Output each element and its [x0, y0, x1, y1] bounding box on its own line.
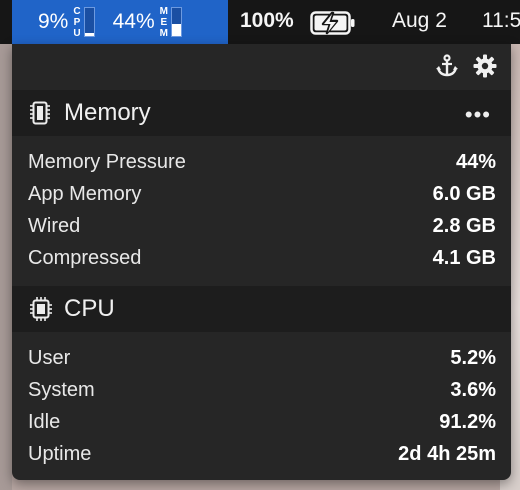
gear-icon[interactable] — [473, 54, 497, 83]
menubar-time[interactable]: 11:5 — [482, 9, 520, 33]
row-label: App Memory — [28, 182, 142, 205]
cpu-section-header: CPU — [12, 286, 511, 332]
cpu-usage-fill — [84, 33, 94, 36]
cpu-row-uptime: Uptime 2d 4h 25m — [28, 438, 496, 470]
row-value: 3.6% — [450, 378, 496, 401]
row-label: Compressed — [28, 246, 142, 269]
cpu-row-system: System 3.6% — [28, 374, 496, 406]
row-label: Memory Pressure — [28, 150, 186, 173]
mem-vertical-label: M E M — [159, 5, 168, 39]
row-label: Uptime — [28, 442, 92, 465]
desktop-background-left — [0, 40, 12, 490]
memory-row-app-memory: App Memory 6.0 GB — [28, 178, 496, 210]
battery-percent[interactable]: 100% — [240, 9, 294, 33]
cpu-percent: 9% — [38, 10, 69, 33]
cpu-section-title: CPU — [64, 295, 115, 322]
popover-toolbar — [435, 54, 497, 83]
cpu-row-idle: Idle 91.2% — [28, 406, 496, 438]
row-value: 44% — [455, 150, 496, 173]
row-label: System — [28, 378, 95, 401]
menubar-stats-item[interactable]: 9% C P U 44% M E M — [12, 0, 228, 44]
stats-popover: Memory ••• Memory Pressure 44% App Memor… — [12, 44, 511, 480]
memory-row-compressed: Compressed 4.1 GB — [28, 242, 496, 274]
row-value: 2d 4h 25m — [398, 442, 496, 465]
row-label: User — [28, 346, 71, 369]
mem-usage-bar — [170, 7, 182, 37]
battery-charging-icon[interactable] — [310, 11, 356, 41]
memory-chip-icon — [30, 101, 50, 125]
cpu-row-user: User 5.2% — [28, 342, 496, 374]
row-value: 91.2% — [439, 410, 496, 433]
row-label: Idle — [28, 410, 61, 433]
more-options-icon[interactable]: ••• — [465, 102, 491, 128]
anchor-icon[interactable] — [435, 54, 459, 83]
mem-percent: 44% — [112, 10, 155, 33]
row-value: 6.0 GB — [432, 182, 496, 205]
memory-row-pressure: Memory Pressure 44% — [28, 146, 496, 178]
memory-row-wired: Wired 2.8 GB — [28, 210, 496, 242]
row-value: 4.1 GB — [432, 246, 496, 269]
cpu-chip-icon — [30, 297, 52, 321]
row-value: 5.2% — [450, 346, 496, 369]
cpu-vertical-label: C P U — [73, 5, 81, 39]
menu-bar: 9% C P U 44% M E M 100% Aug 2 11:5 — [0, 0, 520, 44]
memory-section-title: Memory — [64, 99, 151, 126]
menubar-date[interactable]: Aug 2 — [392, 9, 447, 33]
row-value: 2.8 GB — [432, 214, 496, 237]
mem-usage-fill — [171, 23, 181, 36]
cpu-usage-bar — [83, 7, 95, 37]
memory-section-header: Memory ••• — [12, 90, 511, 136]
row-label: Wired — [28, 214, 81, 237]
